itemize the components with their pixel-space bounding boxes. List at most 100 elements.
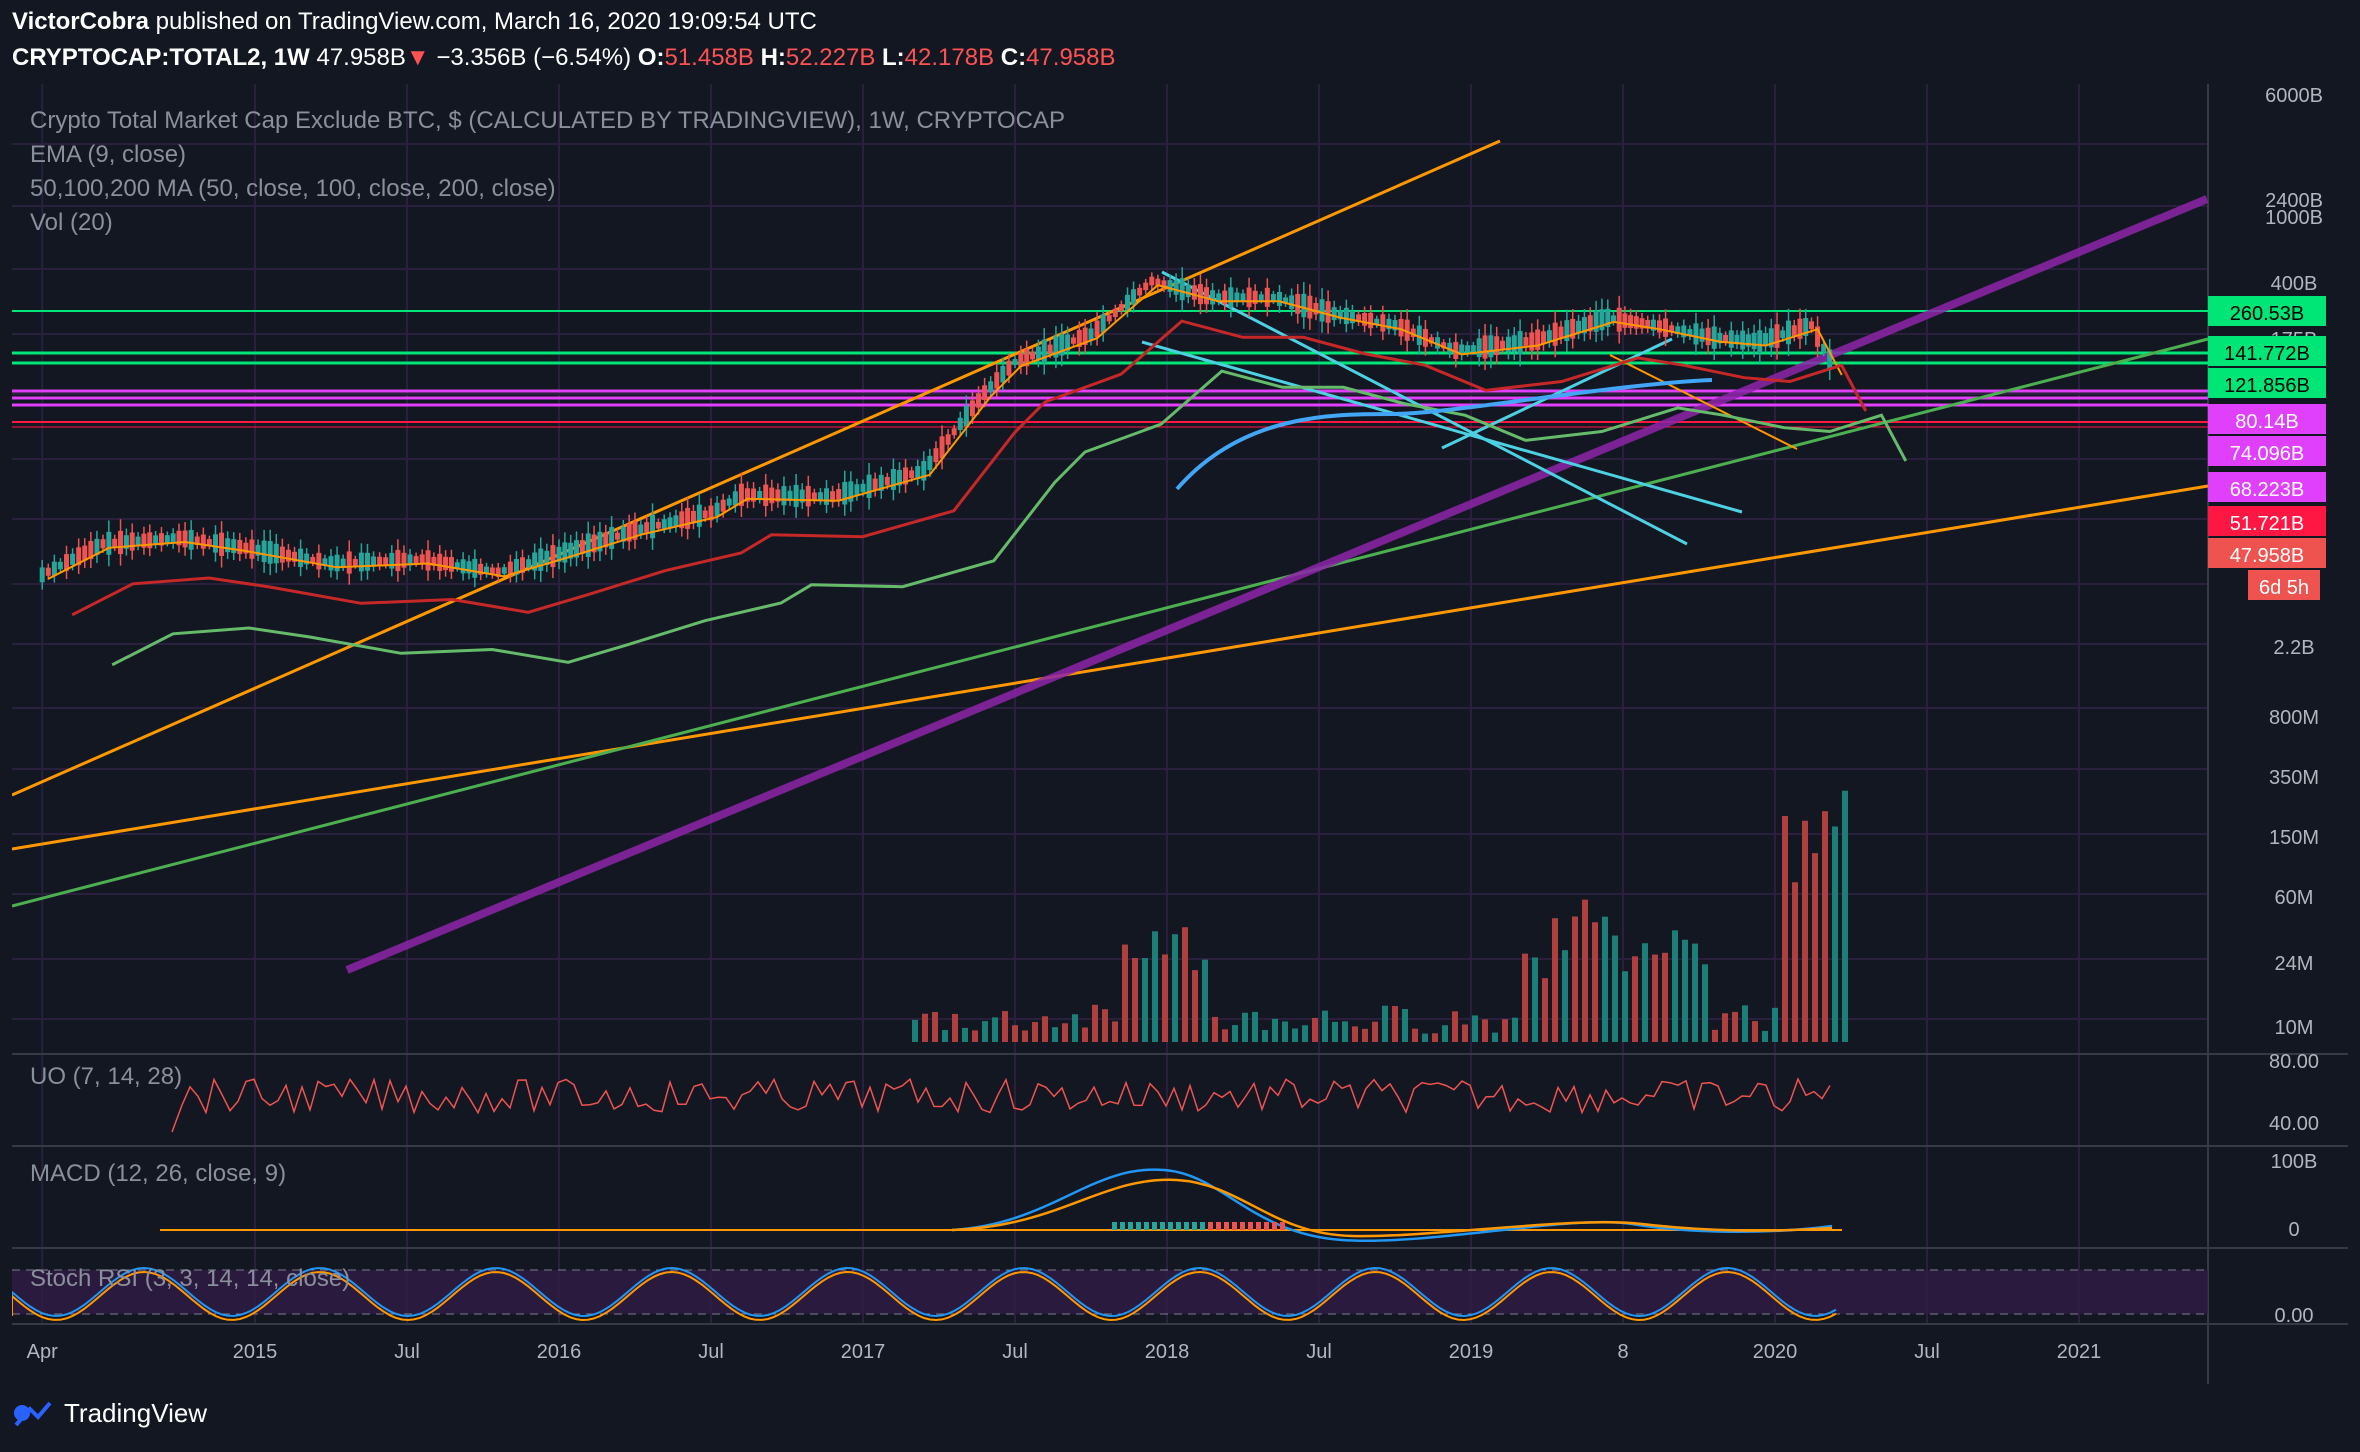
volume-bar (942, 1029, 948, 1042)
candle-body (1663, 318, 1669, 337)
candle-body (890, 468, 896, 490)
candle-body (811, 492, 817, 501)
volume-bar (1252, 1011, 1258, 1042)
volume-bar (1102, 1009, 1108, 1042)
candle-body (1470, 345, 1476, 352)
volume-bar (1062, 1023, 1068, 1042)
candle-body (100, 539, 106, 549)
candle-body (1786, 320, 1792, 345)
x-tick-label: 2021 (2057, 1341, 2102, 1363)
volume-bar (1452, 1011, 1458, 1042)
candle-body (1705, 327, 1711, 346)
volume-bar (1812, 853, 1818, 1042)
candle-body (57, 561, 63, 570)
high-value: 52.227B (785, 44, 876, 71)
candle-body (395, 549, 401, 572)
candle-body (1179, 278, 1185, 301)
candle-body (1149, 276, 1155, 286)
volume-bar (1842, 790, 1848, 1042)
candle-body (1325, 301, 1331, 323)
volume-bar (1572, 916, 1578, 1042)
candle-body (1380, 314, 1386, 332)
x-tick-label: 2015 (233, 1341, 278, 1363)
candle-body (866, 474, 872, 498)
volume-bar (1242, 1012, 1248, 1042)
candle-body (1535, 329, 1541, 350)
y-tick-label: 60M (2275, 887, 2314, 909)
candle-body (1197, 284, 1203, 305)
volume-bar (1072, 1014, 1078, 1042)
y-tick-label: 10M (2275, 1017, 2314, 1039)
candle-body (1699, 328, 1705, 342)
volume-bar (1522, 953, 1528, 1042)
candle-body (1494, 336, 1500, 355)
candle-body (614, 532, 620, 540)
candle-body (1204, 287, 1210, 305)
author-name[interactable]: VictorCobra (12, 8, 149, 35)
volume-bar (1222, 1029, 1228, 1042)
volume-bar (1142, 958, 1148, 1042)
pane-legend-uo: UO (7, 14, 28) (30, 1063, 182, 1090)
x-tick-label: Jul (394, 1341, 420, 1363)
volume-bar (1192, 970, 1198, 1042)
candle-body (661, 519, 667, 529)
candle-body (1000, 365, 1006, 383)
chart-canvas[interactable]: Crypto Total Market Cap Exclude BTC, $ (… (12, 84, 2348, 1384)
volume-bar (1082, 1027, 1088, 1042)
volume-bar (1692, 943, 1698, 1042)
volume-bar (922, 1013, 928, 1042)
volume-bar (1612, 935, 1618, 1042)
macd-histogram-bar (1168, 1222, 1173, 1230)
candle-body (1464, 345, 1470, 353)
macd-histogram-bar (1256, 1222, 1261, 1230)
volume-bar (1232, 1025, 1238, 1042)
candle-body (298, 548, 304, 568)
volume-bar (1602, 916, 1608, 1042)
candle-body (1546, 330, 1552, 342)
candle-body (316, 552, 322, 570)
candle-body (1368, 312, 1374, 329)
tradingview-footer: TradingView (12, 1398, 207, 1429)
volume-bar (1052, 1027, 1058, 1042)
candle-body (1012, 358, 1018, 366)
x-tick-label: 8 (1617, 1341, 1628, 1363)
x-tick-label: 2016 (537, 1341, 582, 1363)
macd-histogram-bar (1184, 1222, 1189, 1230)
y-tick-label: 24M (2275, 953, 2314, 975)
candle-body (732, 491, 738, 506)
volume-bar (1582, 899, 1588, 1042)
candle-body (1319, 299, 1325, 322)
candle-body (1711, 326, 1717, 349)
candle-body (352, 559, 358, 566)
candle-body (714, 502, 720, 516)
y-tick-label: 1000B (2265, 207, 2323, 229)
macd-histogram-bar (1128, 1222, 1133, 1230)
published-text: published on TradingView.com, March 16, … (155, 8, 817, 35)
candle-body (685, 507, 691, 529)
candle-body (726, 498, 732, 506)
candle-body (1173, 280, 1179, 295)
candle-body (340, 558, 346, 567)
candle-body (472, 558, 478, 578)
volume-bar (1702, 964, 1708, 1042)
volume-bar (1182, 927, 1188, 1042)
macd-histogram-bar (1232, 1222, 1237, 1230)
low-value: 42.178B (904, 44, 995, 71)
candle-body (219, 532, 225, 556)
volume-bar (1722, 1013, 1728, 1042)
candle-body (909, 470, 915, 479)
uo-tick-label: 80.00 (2269, 1051, 2319, 1073)
price-badge-label: 74.096B (2230, 443, 2305, 465)
price-badge-label: 68.223B (2230, 479, 2305, 501)
candle-body (1041, 339, 1047, 363)
candle-body (1295, 293, 1301, 314)
volume-bar (1032, 1022, 1038, 1042)
x-tick-label: Jul (1914, 1341, 1940, 1363)
candle-body (1240, 293, 1246, 302)
candle-body (1270, 294, 1276, 301)
candle-body (249, 539, 255, 559)
candle-body (448, 557, 454, 572)
volume-bar (1672, 930, 1678, 1042)
volume-bar (1432, 1033, 1438, 1042)
macd-tick-label: 100B (2271, 1151, 2318, 1173)
